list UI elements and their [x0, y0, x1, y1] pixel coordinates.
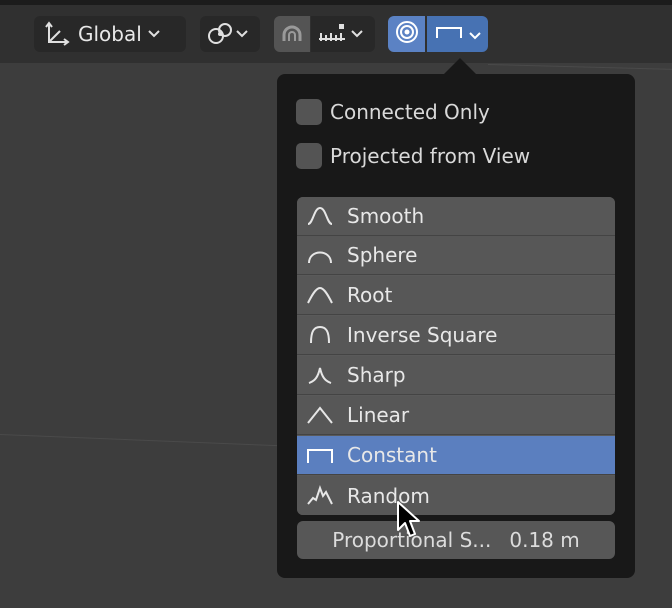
random-falloff-icon	[307, 484, 333, 505]
falloff-item-linear[interactable]: Linear	[297, 396, 615, 435]
pivot-point-icon	[206, 21, 234, 47]
grid-line	[487, 64, 672, 70]
chevron-down-icon	[351, 30, 363, 38]
projected-from-view-checkbox[interactable]: Projected from View	[296, 142, 530, 170]
falloff-item-inverse-square[interactable]: Inverse Square	[297, 316, 615, 355]
chevron-down-icon	[148, 30, 160, 38]
popup-pointer	[444, 58, 476, 74]
magnet-icon	[279, 21, 305, 47]
projected-from-view-label: Projected from View	[330, 144, 531, 168]
inverse-square-falloff-icon	[310, 325, 330, 344]
checkbox-box[interactable]	[296, 99, 322, 125]
falloff-item-constant[interactable]: Constant	[297, 436, 615, 475]
sphere-falloff-icon	[308, 251, 332, 264]
falloff-item-label: Smooth	[347, 204, 425, 228]
proportional-editing-toggle[interactable]	[388, 16, 425, 52]
mouse-cursor-icon	[397, 501, 420, 537]
transform-orientation-dropdown[interactable]: Global	[34, 16, 186, 52]
falloff-item-label: Constant	[347, 443, 437, 467]
root-falloff-icon	[307, 286, 333, 304]
linear-falloff-icon	[307, 406, 333, 424]
smooth-falloff-icon	[307, 206, 333, 225]
falloff-item-label: Root	[347, 283, 393, 307]
falloff-item-root[interactable]: Root	[297, 276, 615, 315]
constant-falloff-icon	[435, 24, 463, 44]
snap-increment-icon	[317, 21, 347, 47]
falloff-type-list: Smooth Sphere Root Inverse Square Sharp …	[297, 197, 615, 515]
orientation-axes-icon	[44, 21, 70, 47]
snap-toggle[interactable]	[274, 16, 310, 52]
constant-falloff-icon	[307, 449, 333, 463]
proportional-size-field[interactable]: Proportional S... 0.18 m	[297, 521, 615, 559]
chevron-down-icon	[236, 30, 248, 38]
sharp-falloff-icon	[308, 367, 332, 384]
falloff-item-label: Sharp	[347, 363, 406, 387]
chevron-down-icon	[468, 25, 481, 44]
orientation-label: Global	[78, 22, 142, 46]
falloff-item-smooth[interactable]: Smooth	[297, 197, 615, 236]
proportional-falloff-dropdown[interactable]	[427, 16, 488, 52]
falloff-item-label: Sphere	[347, 243, 418, 267]
snap-target-dropdown[interactable]	[311, 16, 375, 52]
connected-only-label: Connected Only	[330, 100, 490, 124]
grid-line	[0, 434, 278, 447]
proportional-editing-icon	[394, 19, 420, 49]
connected-only-checkbox[interactable]: Connected Only	[296, 98, 490, 126]
falloff-item-sphere[interactable]: Sphere	[297, 236, 615, 275]
falloff-item-random[interactable]: Random	[297, 476, 615, 515]
falloff-item-sharp[interactable]: Sharp	[297, 356, 615, 395]
falloff-item-label: Linear	[347, 403, 410, 427]
proportional-size-value: 0.18 m	[509, 528, 580, 552]
falloff-item-label: Inverse Square	[347, 323, 498, 347]
checkbox-box[interactable]	[296, 143, 322, 169]
pivot-point-dropdown[interactable]	[200, 16, 260, 52]
